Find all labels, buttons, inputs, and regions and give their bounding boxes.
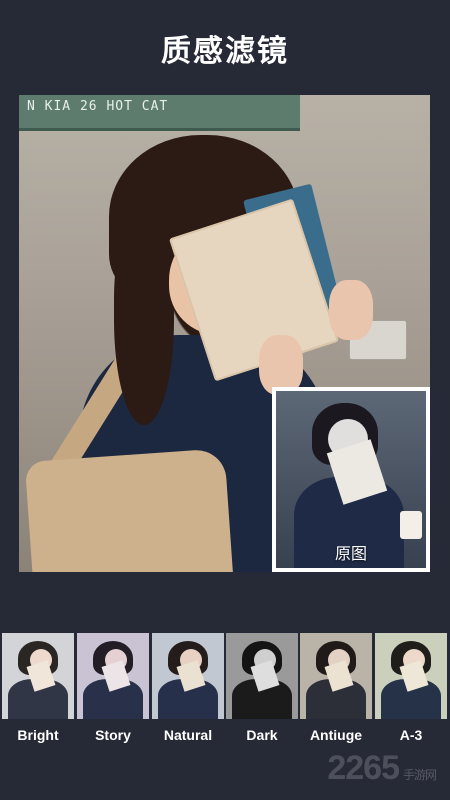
- filter-label: Dark: [246, 727, 278, 743]
- original-preview-image: 原图: [276, 391, 426, 568]
- filter-story[interactable]: Story: [77, 633, 149, 745]
- filter-thumbnail: [152, 633, 224, 719]
- filter-thumbnail: [300, 633, 372, 719]
- site-watermark: 2265 手游网: [327, 749, 437, 788]
- filter-bright[interactable]: Bright: [2, 633, 74, 745]
- filter-antiuge[interactable]: Antiuge: [300, 633, 372, 745]
- filter-label: A-3: [399, 727, 423, 743]
- filter-dark[interactable]: Dark: [226, 633, 298, 745]
- hand: [329, 280, 373, 340]
- hand: [259, 335, 303, 395]
- page-title: 质感滤镜: [161, 34, 289, 69]
- filter-natural[interactable]: Natural: [152, 633, 224, 745]
- watermark-text: 2265: [327, 749, 400, 787]
- cafe-sign: N KIA 26 HOT CAT: [19, 95, 300, 131]
- preview-cup: [400, 511, 422, 539]
- filter-thumbnail: [375, 633, 447, 719]
- filter-thumbnail: [77, 633, 149, 719]
- original-preview[interactable]: 原图: [272, 387, 430, 572]
- filter-label: Antiuge: [309, 727, 363, 743]
- filter-label: Natural: [163, 727, 213, 743]
- filter-thumbnail: [226, 633, 298, 719]
- filter-thumbnail: [2, 633, 74, 719]
- filter-label: Bright: [17, 727, 59, 743]
- original-label: 原图: [334, 544, 367, 563]
- watermark-suffix: 手游网: [402, 768, 437, 782]
- filter-label: Story: [95, 727, 131, 743]
- filter-a3[interactable]: A-3: [375, 633, 447, 745]
- main-photo-preview[interactable]: N KIA 26 HOT CAT 原图: [19, 95, 430, 572]
- tote-bag: [24, 448, 234, 572]
- filter-strip: Bright Story Natural Dark Antiuge A-3: [0, 633, 450, 745]
